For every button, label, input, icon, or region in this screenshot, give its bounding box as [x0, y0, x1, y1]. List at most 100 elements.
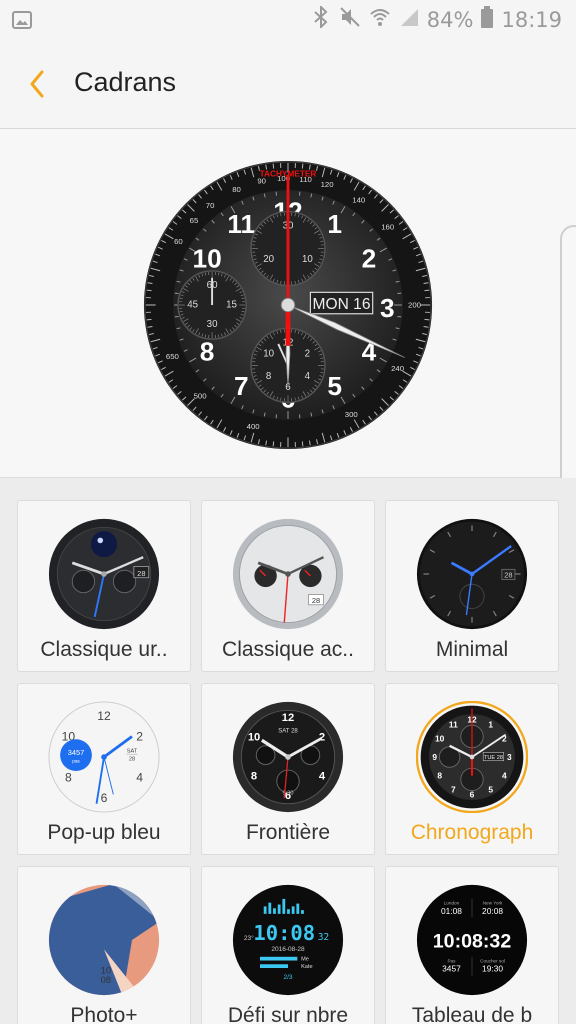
hour-numeral: 7 — [451, 784, 456, 794]
hour-numeral: 2 — [319, 731, 325, 743]
tachymeter-value: 160 — [381, 223, 395, 232]
hour-numeral: 5 — [488, 784, 493, 794]
watch-face-card-minimal[interactable]: 28 Minimal — [385, 500, 559, 672]
tachymeter-value: 70 — [206, 201, 215, 210]
date-text: TUE 28 — [484, 755, 503, 761]
date-text: SAT 28 — [278, 729, 298, 735]
hour-numeral: 1 — [327, 209, 342, 239]
date-text: 2016-08-28 — [271, 946, 305, 953]
score: 2/3 — [283, 974, 292, 981]
player-name: Me — [301, 957, 309, 963]
subdial-label: 10 — [263, 349, 274, 360]
clock-time: 18:19 — [501, 7, 562, 32]
classique-urbain-thumbnail: 28 — [48, 518, 160, 630]
watch-face-card-defi-sur-nbre[interactable]: 10:08 32 23° 2016-08-28 Me Kate 2/3 Défi… — [201, 866, 375, 1024]
digital-time: 10:08:32 — [433, 930, 512, 952]
watch-face-card-classique-acier[interactable]: 28 Classique ac.. — [201, 500, 375, 672]
hour-numeral: 11 — [449, 720, 458, 730]
battery-icon — [481, 6, 494, 33]
hour-numeral: 12 — [97, 709, 111, 723]
subdial-label: 45 — [187, 300, 198, 311]
watch-face-label: Minimal — [435, 638, 509, 661]
hour-numeral: 10 — [435, 733, 445, 743]
watch-face-label: Défi sur nbre — [227, 1004, 349, 1024]
city-time: 20:08 — [482, 906, 503, 916]
photo-plus-thumbnail: 10 08 — [48, 884, 160, 996]
city-time: 01:08 — [441, 906, 462, 916]
hour-numeral: 7 — [234, 371, 249, 401]
hour-numeral: 4 — [319, 771, 326, 783]
hour-numeral: 1 — [488, 720, 493, 730]
subdial-label: 10 — [302, 254, 313, 265]
time-minutes: 08 — [101, 975, 111, 985]
steps-value: 3457 — [442, 964, 461, 974]
hour-numeral: 11 — [227, 209, 255, 239]
tachymeter-value: 500 — [194, 392, 208, 401]
watch-face-card-photo-plus[interactable]: 10 08 Photo+ — [17, 866, 191, 1024]
hour-numeral: 8 — [65, 771, 72, 785]
page-title: Cadrans — [74, 67, 177, 97]
hour-numeral: 6 — [101, 791, 108, 805]
tachymeter-value: 200 — [408, 301, 422, 310]
hour-numeral: 3 — [380, 293, 395, 323]
mute-icon — [339, 6, 361, 33]
watch-face-card-frontiere[interactable]: 12 2 4 6 8 10 SAT 28 9:30 Frontière — [201, 683, 375, 855]
city-name: London — [444, 901, 460, 906]
hour-numeral: 2 — [362, 243, 377, 273]
tachymeter-value: 140 — [352, 196, 366, 205]
hour-numeral: 10 — [248, 731, 260, 743]
hour-numeral: 4 — [136, 771, 143, 785]
tachymeter-value: 65 — [190, 216, 199, 225]
subdial-label: 2 — [305, 349, 310, 360]
tachymeter-value: 120 — [321, 180, 335, 189]
temperature: 23° — [244, 934, 254, 942]
hour-numeral: 10 — [192, 243, 221, 273]
watch-face-card-chronograph[interactable]: 121234567891011 TUE 28 Chronograph — [385, 683, 559, 855]
gallery-notification-icon — [12, 10, 32, 34]
watch-face-card-classique-urbain[interactable]: 28 Classique ur.. — [17, 500, 191, 672]
sunset-time: 19:30 — [482, 964, 503, 974]
watch-face-label: Chronograph — [410, 821, 534, 844]
hour-numeral: 12 — [282, 712, 294, 724]
digital-seconds: 32 — [318, 932, 329, 943]
day-text: SAT — [127, 748, 138, 754]
watch-face-grid: 28 Classique ur.. 28 Classique ac.. 28 M… — [0, 478, 576, 1024]
hour-numeral: 4 — [502, 771, 507, 781]
signal-icon — [399, 7, 419, 32]
subdial-label: 8 — [266, 371, 271, 382]
date-text: 28 — [312, 596, 320, 605]
watch-face-label: Pop-up bleu — [47, 821, 161, 844]
watch-face-label: Photo+ — [70, 1004, 138, 1024]
steps-unit: pas — [72, 759, 80, 764]
digital-time: 10:08 — [253, 921, 315, 945]
watch-face-label: Classique ur.. — [40, 638, 168, 661]
watch-face-card-pop-up-bleu[interactable]: 12 2 4 6 8 10 3457 pas SAT 28 Pop-up bleu — [17, 683, 191, 855]
hour-numeral: 8 — [251, 771, 257, 783]
player-name: Kate — [301, 964, 313, 970]
pop-up-bleu-thumbnail: 12246810 3457 pas SAT 28 — [48, 701, 160, 813]
subdial-label: 30 — [207, 319, 218, 330]
tachymeter-value: 110 — [299, 175, 312, 184]
frontiere-thumbnail: 12246810 SAT 28 9:30 — [232, 701, 344, 813]
steps-value: 3457 — [68, 748, 85, 757]
back-button[interactable] — [20, 64, 60, 104]
date-text: 28 — [504, 571, 512, 580]
status-bar: 84% 18:19 — [0, 0, 576, 40]
tableau-de-bord-thumbnail: London 01:08 New York 20:08 10:08:32 Pas… — [416, 884, 528, 996]
hour-numeral: 2 — [136, 729, 143, 743]
hour-numeral: 9 — [432, 752, 437, 762]
hour-numeral: 8 — [200, 337, 215, 367]
watch-face-label: Frontière — [245, 821, 331, 844]
watch-face-card-tableau-de-bord[interactable]: London 01:08 New York 20:08 10:08:32 Pas… — [385, 866, 559, 1024]
watch-face-label: Classique ac.. — [222, 638, 354, 661]
date-text: 28 — [137, 569, 145, 578]
defi-sur-nbre-thumbnail: 10:08 32 23° 2016-08-28 Me Kate 2/3 — [232, 884, 344, 996]
battery-percent: 84% — [426, 7, 474, 32]
minimal-thumbnail: 28 — [416, 518, 528, 630]
sunset-label: Coucher sol — [480, 958, 505, 963]
preview-date: MON 16 — [313, 296, 371, 313]
tachymeter-value: 300 — [345, 410, 359, 419]
watch-face-preview: TACHYMETER 60 65 70 80 90 100 110 120 140 160 200 2… — [0, 129, 576, 559]
chronograph-thumbnail: 121234567891011 TUE 28 — [416, 701, 528, 813]
city-name: New York — [483, 901, 503, 906]
